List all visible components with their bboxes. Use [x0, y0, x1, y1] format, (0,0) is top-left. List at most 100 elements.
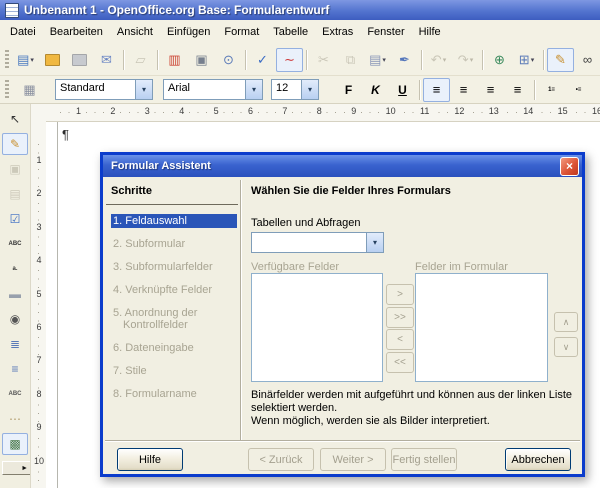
available-fields-listbox[interactable] [251, 273, 383, 382]
select-pointer-button[interactable]: ↖ [2, 108, 28, 130]
italic-icon: K [371, 84, 380, 96]
table-button[interactable]: ⊞▾ [513, 48, 540, 72]
hruler-mark-16: 16 [590, 106, 600, 116]
numbered-list-button[interactable]: 1≡ [538, 78, 565, 102]
dialog-heading: Wählen Sie die Felder Ihres Formulars [251, 185, 451, 197]
italic-button[interactable]: K [362, 78, 389, 102]
chevron-down-icon[interactable]: ▾ [301, 80, 318, 99]
align-left-button[interactable]: ≡ [423, 78, 450, 102]
menu-tabelle[interactable]: Tabelle [266, 23, 315, 41]
design-mode-button[interactable]: ✎ [547, 48, 574, 72]
vruler-mark-3: 3 [31, 222, 47, 232]
cut-button: ✂ [310, 48, 337, 72]
hruler-mark-12: 12 [452, 106, 466, 116]
open-button[interactable] [39, 48, 66, 72]
toolbar-separator [421, 50, 422, 70]
label-control-button[interactable]: ABC [2, 383, 28, 405]
copy-icon: ⧉ [346, 53, 355, 66]
chevron-down-icon[interactable]: ▾ [30, 56, 34, 64]
save-icon [72, 54, 87, 66]
align-justify-button[interactable]: ≡ [504, 78, 531, 102]
menu-ansicht[interactable]: Ansicht [110, 23, 160, 41]
push-button-control-icon: ▬ [9, 288, 21, 300]
form-properties-button: ▤ [2, 183, 28, 205]
undo-icon: ↶ [431, 53, 442, 66]
page-preview-button[interactable]: ⊙ [215, 48, 242, 72]
bullet-list-button[interactable]: •≡ [565, 78, 592, 102]
hruler-mark-10: 10 [384, 106, 398, 116]
tables-queries-select[interactable]: ▾ [251, 232, 384, 253]
menu-datei[interactable]: Datei [3, 23, 43, 41]
vruler-mark-2: 2 [31, 188, 47, 198]
hruler-mark-3: 3 [143, 106, 152, 116]
chevron-down-icon[interactable]: ▾ [366, 233, 383, 252]
chevron-down-icon[interactable]: ▾ [531, 56, 535, 64]
menu-einfgen[interactable]: Einfügen [160, 23, 217, 41]
push-button-control-button[interactable]: ▬ [2, 283, 28, 305]
hruler-mark-6: 6 [246, 106, 255, 116]
dialog-titlebar[interactable]: Formular Assistent × [103, 155, 582, 177]
window-titlebar[interactable]: Unbenannt 1 - OpenOffice.org Base: Formu… [0, 0, 600, 20]
hyperlink-button[interactable]: ⊕ [486, 48, 513, 72]
hruler-mark-7: 7 [280, 106, 289, 116]
hruler-mark-13: 13 [487, 106, 501, 116]
email-button[interactable]: ✉ [93, 48, 120, 72]
spellcheck-button[interactable]: ✓ [249, 48, 276, 72]
form-fields-listbox[interactable] [415, 273, 548, 382]
chevron-down-icon[interactable]: ▾ [245, 80, 262, 99]
font-name-value: Arial [164, 80, 245, 99]
underline-button[interactable]: U [389, 78, 416, 102]
menu-fenster[interactable]: Fenster [360, 23, 411, 41]
align-right-button[interactable]: ≡ [477, 78, 504, 102]
toolbar-overflow-arrow[interactable]: ► [2, 461, 31, 475]
export-pdf-button[interactable]: ▥ [161, 48, 188, 72]
styles-window-button[interactable]: ▦ [16, 78, 43, 102]
menu-extras[interactable]: Extras [315, 23, 360, 41]
close-icon[interactable]: × [560, 157, 579, 176]
textbox-control-button[interactable]: ABC [2, 233, 28, 255]
toolbar-drag-handle[interactable] [5, 80, 9, 100]
vertical-ruler[interactable]: 12345678910 [30, 104, 47, 488]
styles-window-icon: ▦ [23, 83, 35, 96]
autospellcheck-button[interactable]: ∼ [276, 48, 303, 72]
menu-bearbeiten[interactable]: Bearbeiten [43, 23, 110, 41]
wizard-step-5: 5. Anordnung der Kontrollfelder [111, 306, 237, 332]
option-button-control-button[interactable]: ◉ [2, 308, 28, 330]
align-center-button[interactable]: ≡ [450, 78, 477, 102]
chevron-down-icon[interactable]: ▾ [382, 56, 386, 64]
wizard-step-7: 7. Stile [111, 364, 237, 378]
font-name-select[interactable]: Arial ▾ [163, 79, 263, 100]
menu-hilfe[interactable]: Hilfe [412, 23, 448, 41]
new-document-button[interactable]: ▤▾ [12, 48, 39, 72]
listbox-control-button[interactable]: ≣ [2, 333, 28, 355]
vruler-mark-9: 9 [31, 422, 47, 432]
wizard-step-1[interactable]: 1. Feldauswahl [111, 214, 237, 228]
vruler-mark-10: 10 [31, 456, 47, 466]
horizontal-ruler[interactable]: 12345678910111213141516 [46, 104, 600, 122]
design-mode-toggle-button[interactable]: ✎ [2, 133, 28, 155]
formatted-field-button[interactable]: a. [2, 258, 28, 280]
chevron-down-icon[interactable]: ▾ [135, 80, 152, 99]
combobox-control-button[interactable]: ≡ [2, 358, 28, 380]
form-design-button[interactable]: ▩ [2, 433, 28, 455]
export-pdf-icon: ▥ [168, 53, 180, 66]
vruler-mark-5: 5 [31, 289, 47, 299]
bold-button[interactable]: F [335, 78, 362, 102]
format-paintbrush-button[interactable]: ✒ [391, 48, 418, 72]
paragraph-style-select[interactable]: Standard ▾ [55, 79, 153, 100]
decrease-indent-button[interactable]: ⇤ [592, 78, 600, 102]
font-size-select[interactable]: 12 ▾ [271, 79, 319, 100]
cancel-button[interactable]: Abbrechen [505, 448, 571, 471]
paste-button[interactable]: ▤▾ [364, 48, 391, 72]
option-button-control-icon: ◉ [10, 313, 20, 325]
menu-format[interactable]: Format [217, 23, 266, 41]
print-button[interactable]: ▣ [188, 48, 215, 72]
more-controls-button[interactable]: ⋯ [2, 408, 28, 430]
control-properties-icon: ▣ [9, 163, 20, 175]
find-button[interactable]: ∞ [574, 48, 600, 72]
help-button[interactable]: Hilfe [117, 448, 183, 471]
checkbox-control-button[interactable]: ☑ [2, 208, 28, 230]
save-button [66, 48, 93, 72]
checkbox-control-icon: ☑ [10, 213, 21, 225]
toolbar-drag-handle[interactable] [5, 50, 9, 70]
